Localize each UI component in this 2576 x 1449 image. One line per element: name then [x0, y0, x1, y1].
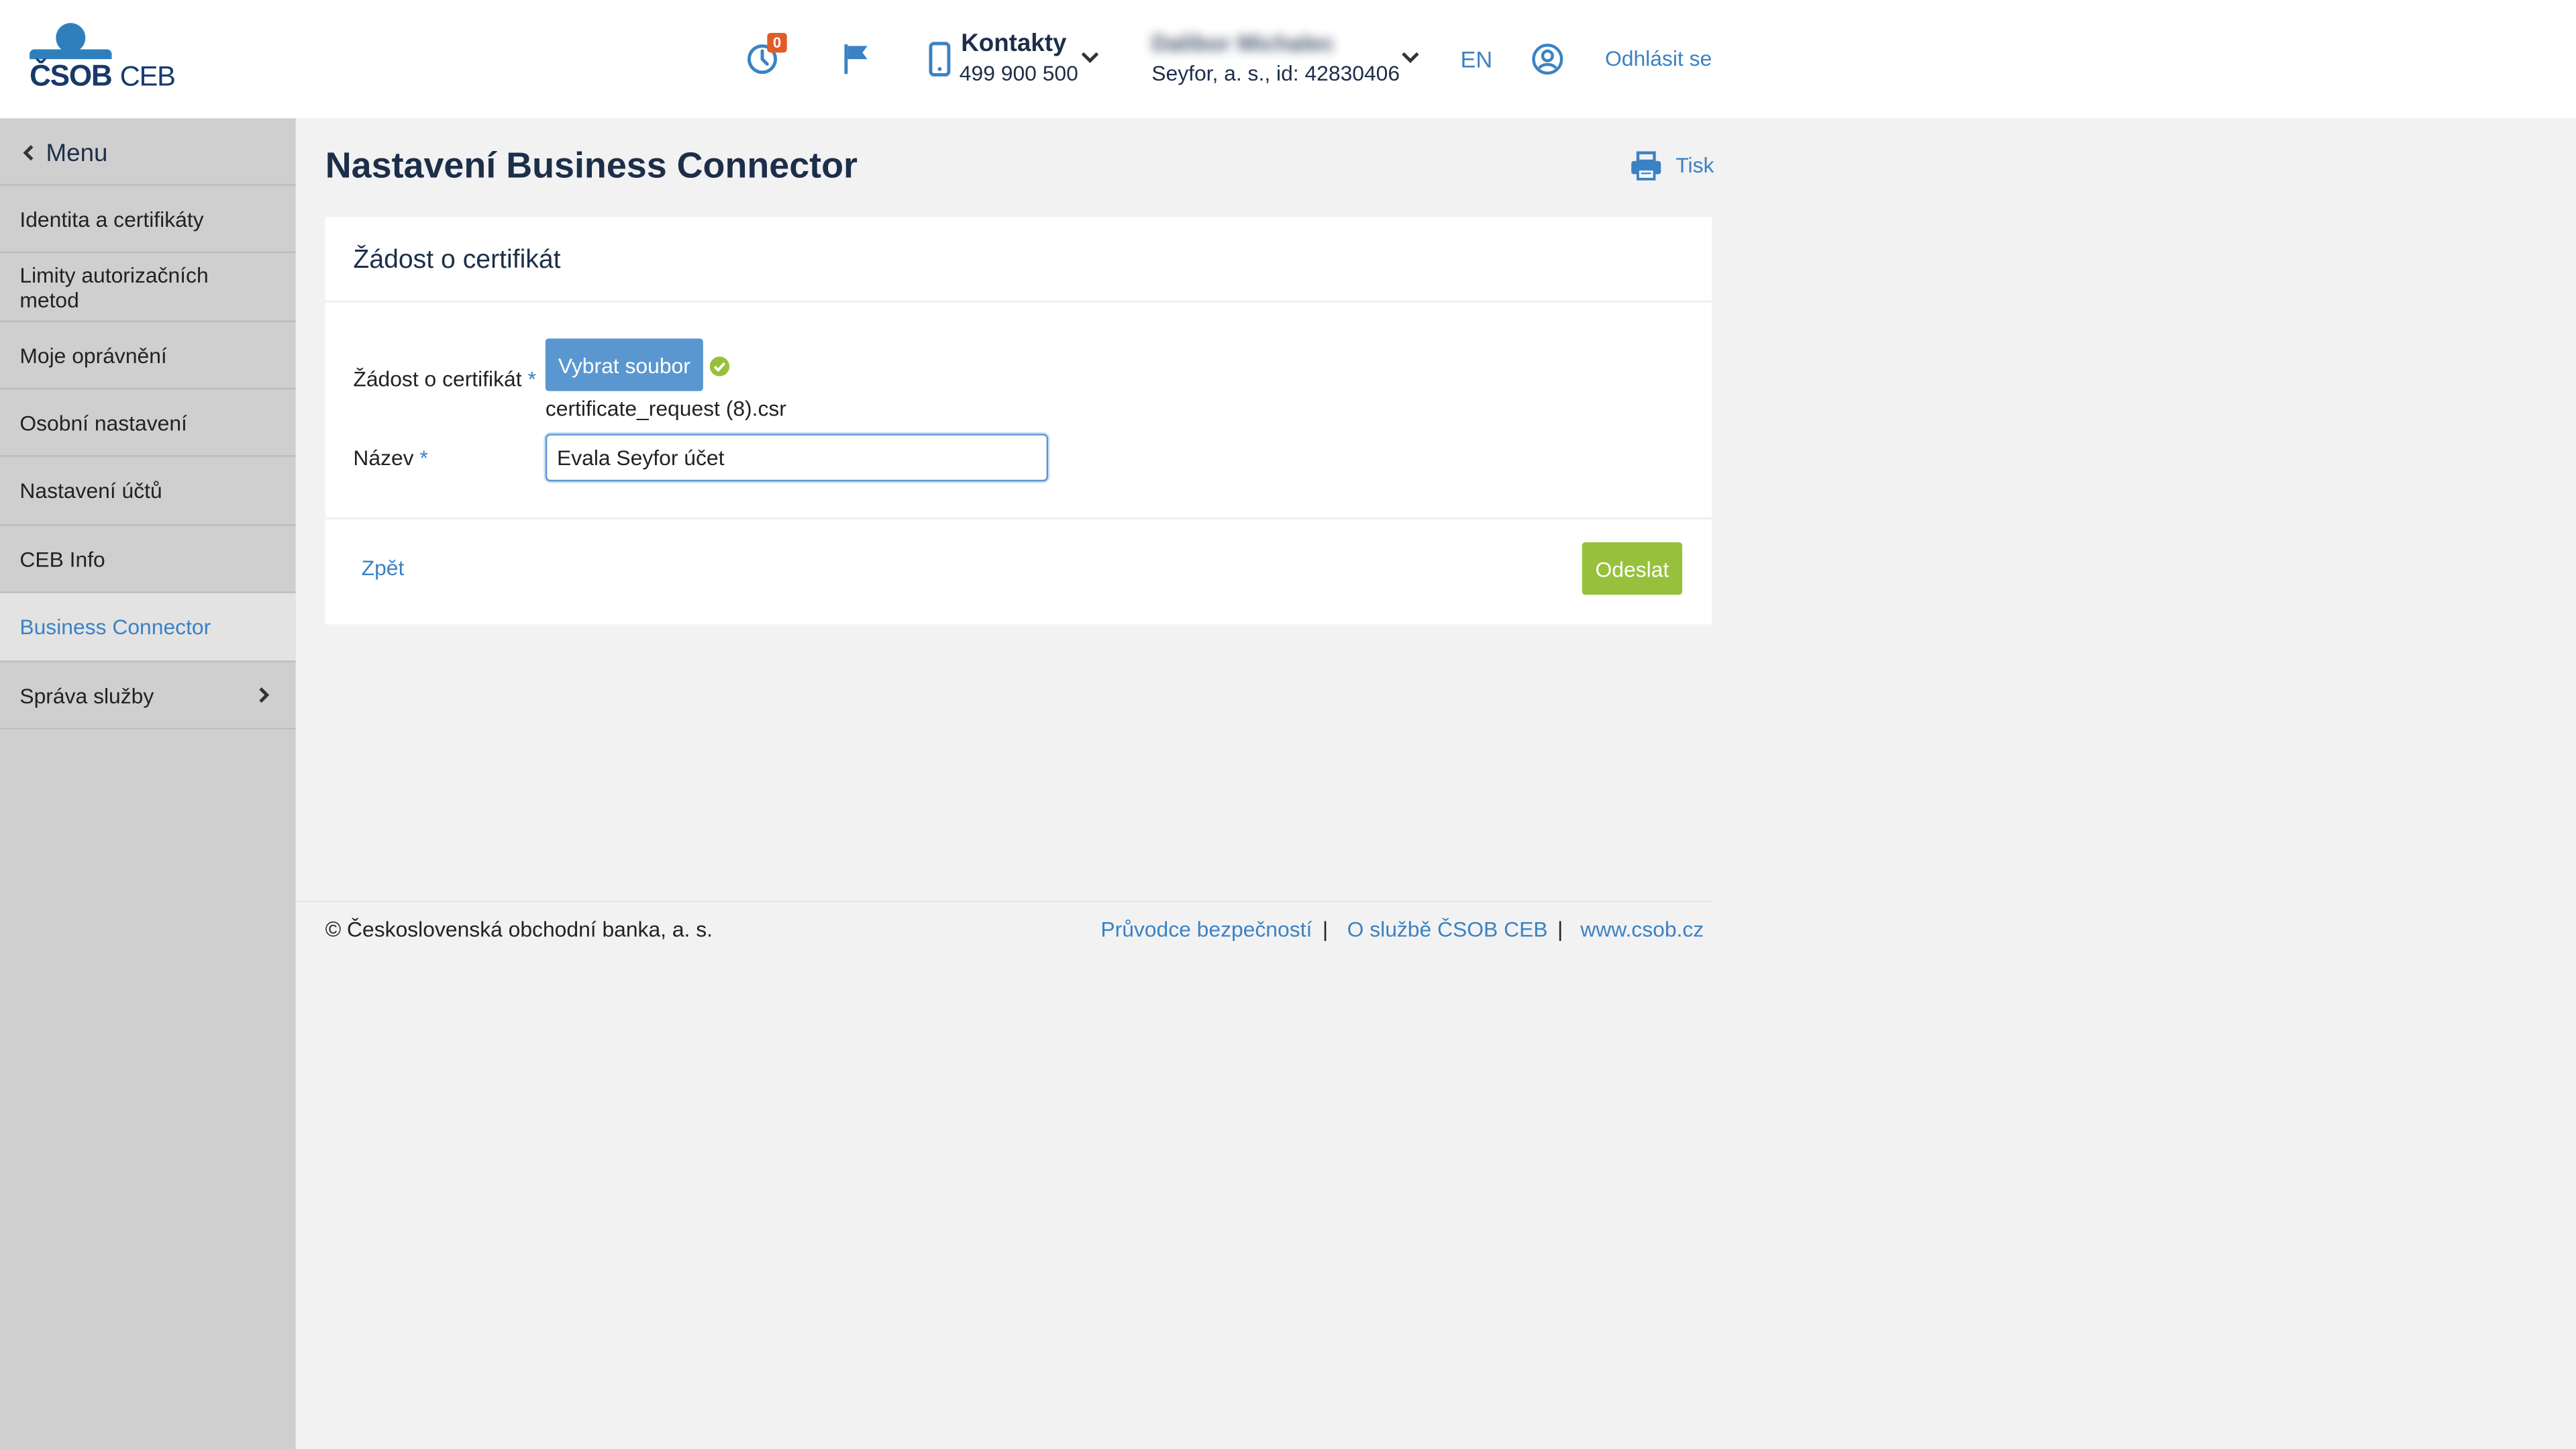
- user-circle-icon[interactable]: [1531, 43, 1564, 76]
- sidebar: Menu Identita a certifikáty Limity autor…: [0, 118, 296, 1449]
- file-label-text: Žádost o certifikát: [353, 366, 522, 391]
- sidebar-item-account-settings[interactable]: Nastavení účtů: [0, 457, 296, 526]
- sidebar-item-label: CEB Info: [19, 546, 105, 571]
- file-field-label: Žádost o certifikát *: [353, 366, 535, 391]
- menu-label: Menu: [46, 140, 108, 168]
- card-title: Žádost o certifikát: [353, 246, 561, 274]
- sidebar-item-personal-settings[interactable]: Osobní nastavení: [0, 389, 296, 457]
- back-link[interactable]: Zpět: [362, 556, 405, 581]
- chevron-down-icon[interactable]: [1401, 51, 1419, 64]
- contacts-title[interactable]: Kontakty: [961, 30, 1066, 58]
- required-mark: *: [419, 445, 428, 470]
- sidebar-item-service-admin[interactable]: Správa služby: [0, 662, 296, 730]
- submit-button[interactable]: Odeslat: [1582, 542, 1683, 595]
- footer-link-security-guide[interactable]: Průvodce bezpečností: [1100, 917, 1312, 942]
- user-name[interactable]: Dalibor Michalec: [1151, 30, 1334, 56]
- logo-brand: ČSOB: [30, 59, 113, 93]
- footer-divider: [295, 900, 1712, 903]
- sidebar-item-label: Správa služby: [19, 683, 154, 707]
- chevron-left-icon: [23, 145, 34, 161]
- printer-icon[interactable]: [1630, 151, 1663, 181]
- phone-icon: [929, 42, 951, 77]
- name-field-label: Název *: [353, 445, 428, 470]
- logo-mark-bar: [30, 49, 112, 60]
- sidebar-menu-toggle[interactable]: Menu: [0, 118, 296, 186]
- sidebar-item-business-connector[interactable]: Business Connector: [0, 593, 296, 662]
- choose-file-button[interactable]: Vybrat soubor: [545, 338, 703, 391]
- sidebar-item-identity[interactable]: Identita a certifikáty: [0, 186, 296, 254]
- sidebar-item-limits[interactable]: Limity autorizačních metod: [0, 253, 296, 322]
- footer-link-csob-web[interactable]: www.csob.cz: [1580, 917, 1704, 942]
- logo-text: ČSOB CEB: [30, 59, 176, 93]
- page-title: Nastavení Business Connector: [325, 144, 858, 186]
- chevron-right-icon: [259, 687, 270, 703]
- logout-link[interactable]: Odhlásit se: [1605, 46, 1712, 71]
- top-header: ČSOB CEB 0 Kontakty 499 900 500 Dalibor M…: [0, 0, 2576, 119]
- footer-separator: |: [1557, 917, 1563, 942]
- copyright: © Československá obchodní banka, a. s.: [325, 917, 713, 942]
- footer-separator: |: [1322, 917, 1329, 942]
- logo-suffix: CEB: [119, 60, 176, 93]
- sidebar-item-label: Limity autorizačních metod: [19, 262, 209, 311]
- chevron-down-icon[interactable]: [1081, 51, 1099, 64]
- required-mark: *: [527, 366, 536, 391]
- app-root: ČSOB CEB 0 Kontakty 499 900 500 Dalibor M…: [0, 0, 2576, 1449]
- language-switch[interactable]: EN: [1461, 46, 1493, 72]
- print-link[interactable]: Tisk: [1676, 153, 1714, 178]
- sidebar-item-ceb-info[interactable]: CEB Info: [0, 526, 296, 593]
- sidebar-item-permissions[interactable]: Moje oprávnění: [0, 322, 296, 390]
- flag-icon[interactable]: [843, 43, 869, 76]
- name-input[interactable]: [545, 434, 1049, 482]
- sidebar-item-label: Identita a certifikáty: [19, 206, 204, 231]
- name-label-text: Název: [353, 445, 414, 470]
- user-company: Seyfor, a. s., id: 42830406: [1151, 60, 1400, 86]
- divider: [325, 301, 1712, 303]
- selected-file-name: certificate_request (8).csr: [545, 396, 786, 421]
- sidebar-item-label: Nastavení účtů: [19, 478, 162, 503]
- contacts-phone: 499 900 500: [959, 60, 1078, 86]
- check-circle-icon: [709, 356, 730, 377]
- sidebar-item-label: Osobní nastavení: [19, 409, 187, 435]
- divider: [325, 517, 1712, 519]
- sidebar-item-label: Business Connector: [19, 614, 211, 640]
- certificate-request-card: Žádost o certifikát Žádost o certifikát …: [325, 217, 1712, 625]
- footer-link-about-service[interactable]: O službě ČSOB CEB: [1347, 917, 1548, 942]
- notification-badge: 0: [767, 32, 787, 53]
- csob-logo[interactable]: ČSOB CEB: [30, 23, 177, 95]
- sidebar-item-label: Moje oprávnění: [19, 342, 167, 368]
- logo-mark: [56, 23, 86, 53]
